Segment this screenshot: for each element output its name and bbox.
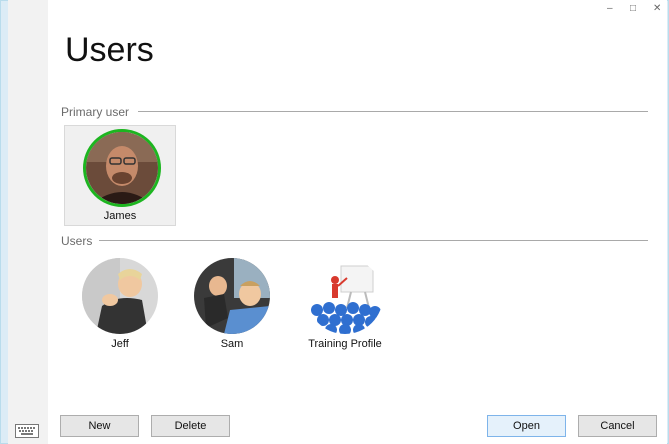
open-button[interactable]: Open [487,415,566,437]
avatar-jeff [82,258,158,334]
user-name-jeff: Jeff [111,338,129,350]
page-title: Users [65,31,154,69]
delete-button[interactable]: Delete [151,415,230,437]
left-strip [8,0,48,444]
users-section-label: Users [61,234,93,248]
primary-user-divider [138,111,648,112]
users-divider [99,240,648,241]
avatar-james [83,129,161,207]
keyboard-icon[interactable] [15,424,39,443]
maximize-icon[interactable]: □ [630,4,636,14]
user-tile-training-profile[interactable]: Training Profile [289,255,401,356]
avatar-sam [194,258,270,334]
cancel-button[interactable]: Cancel [578,415,657,437]
close-icon[interactable]: ✕ [653,4,661,14]
avatar-training-profile [307,258,383,334]
user-tile-sam[interactable]: Sam [176,255,288,356]
user-tile-james[interactable]: James [64,125,176,226]
user-name-sam: Sam [220,338,244,350]
new-button[interactable]: New [60,415,139,437]
user-name-training-profile: Training Profile [308,338,382,350]
primary-user-section-label: Primary user [61,105,130,119]
minimize-icon[interactable]: – [607,4,613,14]
user-tile-jeff[interactable]: Jeff [64,255,176,356]
user-name-james: James [103,210,137,222]
